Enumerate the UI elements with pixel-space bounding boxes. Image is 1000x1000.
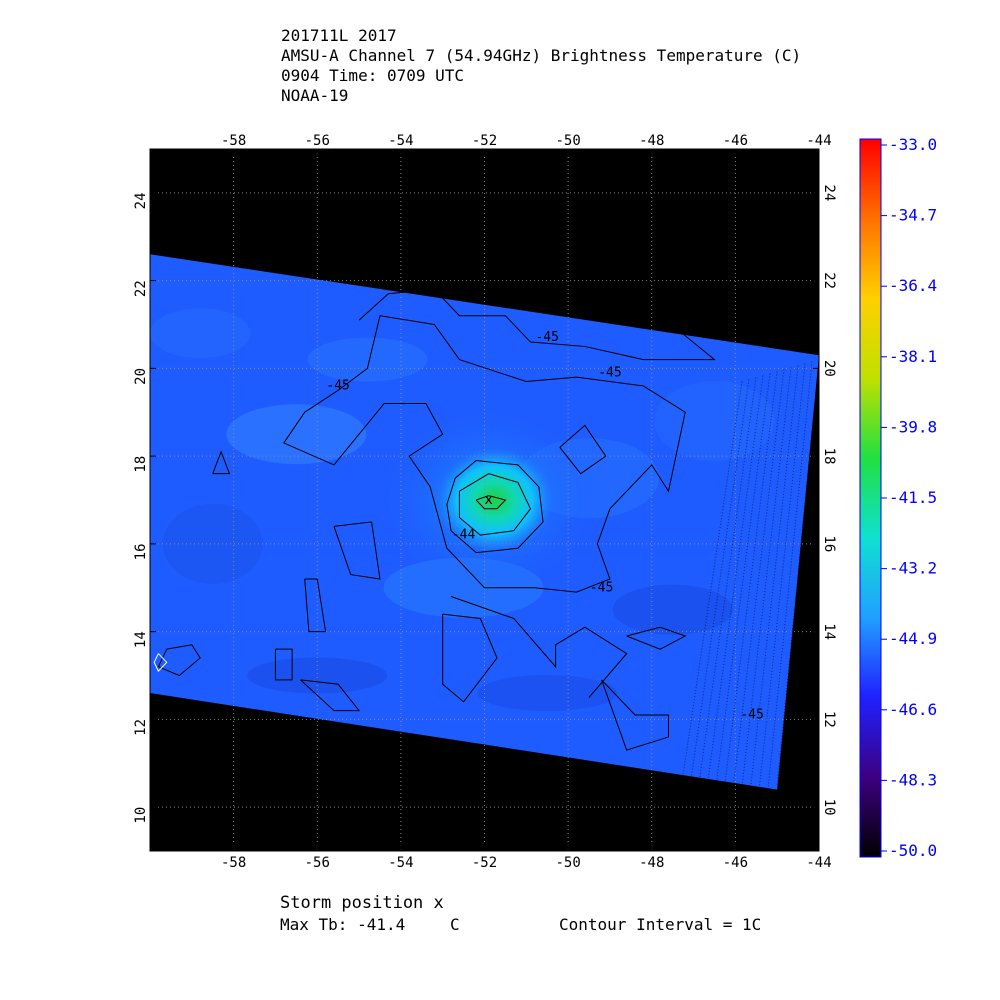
colorbar-tick-label: -50.0 xyxy=(889,841,937,860)
contour-label: -44 xyxy=(452,528,476,543)
colorbar-tick-label: -33.0 xyxy=(889,135,937,154)
texture-blob xyxy=(150,308,251,359)
lat-tick-label-left: 24 xyxy=(133,192,149,209)
contour-interval-label: Contour Interval = 1C xyxy=(559,915,762,934)
contour-label: -45 xyxy=(326,378,349,393)
texture-blob xyxy=(226,404,367,465)
lat-tick-label-right: 14 xyxy=(821,623,837,640)
lon-tick-label-bottom: -48 xyxy=(639,855,664,871)
lon-tick-label-top: -52 xyxy=(472,133,497,149)
max-tb-label: Max Tb: -41.4 xyxy=(280,915,406,934)
lon-tick-label-bottom: -54 xyxy=(388,855,413,871)
map-figure: -58 -58 -56 -56 -54 -54 -52 -52 -50 -50 -48 -48 -46 -… xyxy=(133,133,937,871)
lon-tick-label-top: -44 xyxy=(806,133,831,149)
lon-tick-label-top: -48 xyxy=(639,133,664,149)
texture-blob xyxy=(162,503,263,584)
lon-tick-label-bottom: -56 xyxy=(305,855,330,871)
colorbar-tick-label: -36.4 xyxy=(889,276,937,295)
colorbar-tick-label: -39.8 xyxy=(889,417,937,436)
colorbar-tick-label: -48.3 xyxy=(889,770,937,789)
lat-tick-label-left: 16 xyxy=(133,543,149,560)
colorbar-tick-label: -41.5 xyxy=(889,488,937,507)
colorbar xyxy=(859,138,882,858)
lat-tick-label-left: 10 xyxy=(133,807,149,824)
lon-tick-label-bottom: -58 xyxy=(221,855,246,871)
colorbar-tick-label: -44.9 xyxy=(889,629,937,648)
texture-blob xyxy=(477,675,618,712)
colorbar-tick-label: -34.7 xyxy=(889,206,937,225)
lat-tick-label-right: 16 xyxy=(821,535,837,552)
contour-label: -45 xyxy=(740,707,763,722)
lat-tick-label-right: 22 xyxy=(821,272,837,289)
colorbar-tick-label: -46.6 xyxy=(889,700,937,719)
storm-position-marker: x xyxy=(485,492,493,508)
colorbar-tick-label: -38.1 xyxy=(889,347,937,366)
colorbar-tick-label: -43.2 xyxy=(889,559,937,578)
contour-label: -45 xyxy=(590,580,613,595)
lat-tick-label-left: 14 xyxy=(133,631,149,648)
contour-label: -45 xyxy=(535,330,558,345)
lat-tick-label-right: 12 xyxy=(821,711,837,728)
lat-tick-label-left: 12 xyxy=(133,719,149,736)
colorbar-labels: -33.0 -34.7 -36.4 -38.1 -39.8 -41.5 -43.2 -44.9… xyxy=(881,135,937,860)
texture-blob xyxy=(307,337,428,382)
lon-tick-label-bottom: -44 xyxy=(806,855,831,871)
max-tb-unit: C xyxy=(450,915,460,934)
lon-tick-label-bottom: -52 xyxy=(472,855,497,871)
contour-label: -45 xyxy=(598,365,621,380)
lat-tick-label-left: 20 xyxy=(133,368,149,385)
lon-tick-label-top: -54 xyxy=(388,133,413,149)
lat-tick-label-right: 18 xyxy=(821,448,837,465)
lat-tick-label-right: 20 xyxy=(821,360,837,377)
lon-tick-label-top: -56 xyxy=(305,133,330,149)
storm-position-label: Storm position x xyxy=(280,893,444,913)
lon-tick-label-bottom: -50 xyxy=(555,855,580,871)
lon-tick-label-top: -46 xyxy=(723,133,748,149)
lon-tick-label-top: -58 xyxy=(221,133,246,149)
lat-tick-label-right: 24 xyxy=(821,184,837,201)
lat-tick-label-left: 18 xyxy=(133,456,149,473)
lat-tick-label-left: 22 xyxy=(133,280,149,297)
texture-blob xyxy=(612,584,733,635)
lon-tick-label-top: -50 xyxy=(555,133,580,149)
lon-tick-label-bottom: -46 xyxy=(723,855,748,871)
lat-tick-label-right: 10 xyxy=(821,799,837,816)
texture-blob xyxy=(247,657,388,694)
